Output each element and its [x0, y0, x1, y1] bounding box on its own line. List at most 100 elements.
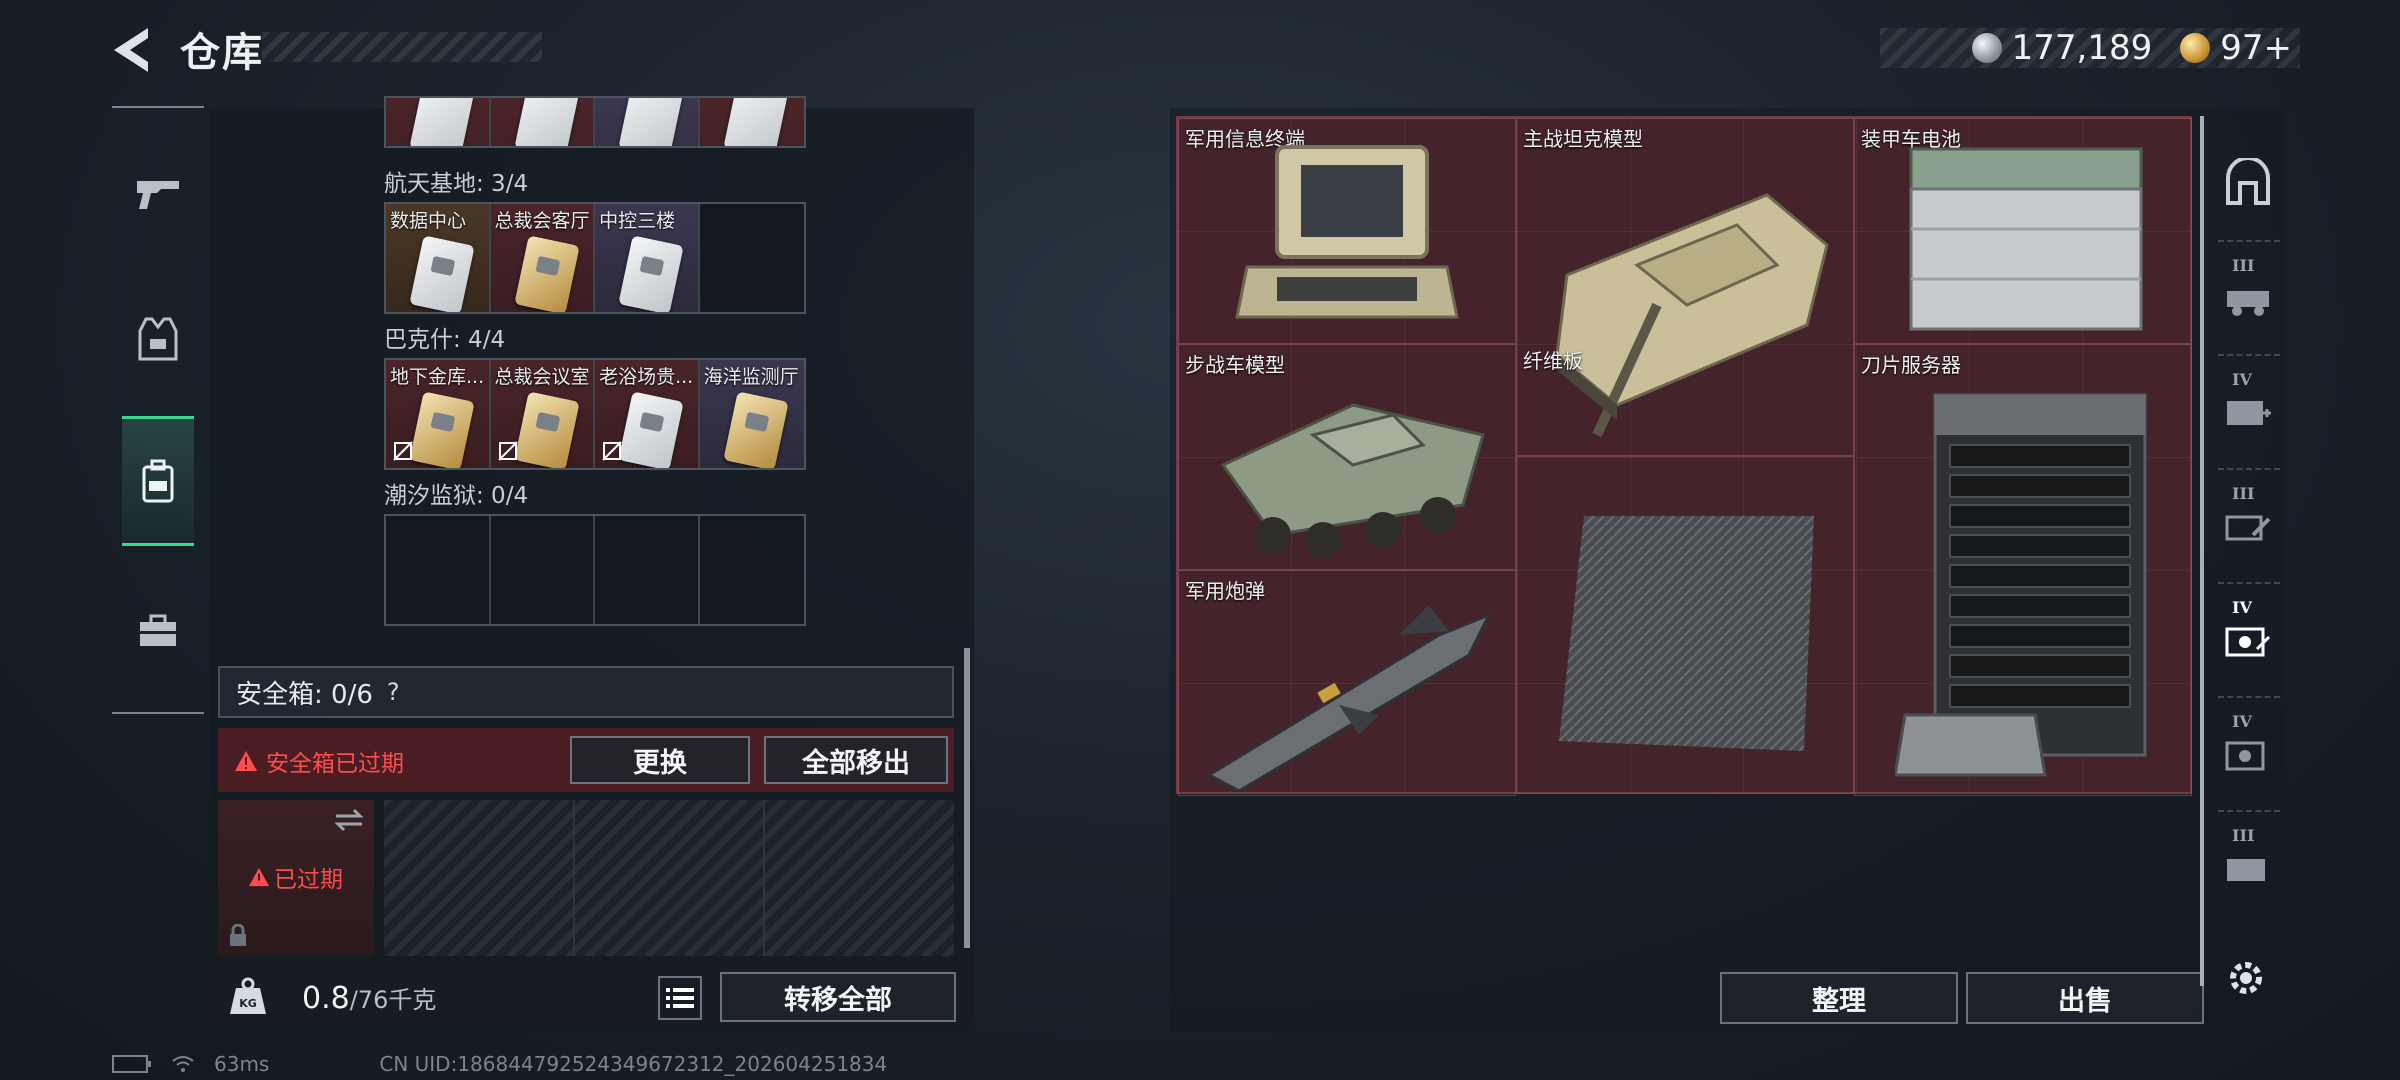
- collection-label-bakhsh: 巴克什: 4/4: [384, 327, 506, 353]
- status-bar: 63ms CN UID:18684479252434967231​2_20260…: [112, 1052, 887, 1076]
- right-category-tabs: III IV III IV IV III: [2200, 116, 2288, 986]
- ping-value: 63ms: [214, 1052, 270, 1076]
- electronics-icon: [2225, 741, 2265, 771]
- tools-icon: [2225, 515, 2271, 541]
- no-bind-icon: [602, 441, 622, 461]
- server-image: [1895, 393, 2147, 777]
- all-items-icon: [2226, 158, 2270, 205]
- scrollbar[interactable]: [964, 648, 970, 948]
- currency-bar: 177,189 97+: [1880, 28, 2300, 68]
- no-bind-icon: [393, 441, 413, 461]
- battery-icon: [112, 1055, 151, 1073]
- list-icon: [666, 988, 694, 1008]
- silver-coin-icon: [1971, 33, 2002, 63]
- list-view-button[interactable]: [658, 976, 702, 1020]
- replace-button[interactable]: 更换: [570, 736, 750, 784]
- backpack-icon: [142, 459, 174, 503]
- terminal-image: [1235, 145, 1459, 319]
- tab-electronics-iv-active[interactable]: IV: [2212, 584, 2284, 694]
- ifv-image: [1220, 403, 1485, 558]
- tab-electronics-iv-b[interactable]: IV: [2212, 698, 2284, 808]
- wifi-icon: [172, 1056, 194, 1072]
- fiberboard-image: [1554, 506, 1824, 756]
- collection-slot[interactable]: 数据中心: [386, 204, 491, 312]
- tab-toolbox[interactable]: [122, 566, 194, 696]
- collection-slot[interactable]: 地下金库...: [386, 360, 491, 468]
- collection-row: 地下金库... 总裁会议室 老浴场贵... 海洋监测厅: [384, 358, 806, 470]
- settings-button[interactable]: [2218, 950, 2274, 1006]
- battery-image: [1909, 147, 2143, 331]
- tab-backpack[interactable]: [122, 416, 194, 546]
- inventory-grid[interactable]: 军用信息终端 主战坦克模型 装甲车电池 步战车模型 纤维板 刀片服务器 军用炮弹: [1176, 116, 2192, 796]
- collection-slot-empty[interactable]: [491, 516, 596, 624]
- tab-tools-iii[interactable]: III: [2212, 470, 2284, 580]
- warning-icon: [249, 867, 269, 887]
- collection-slot-empty[interactable]: [700, 516, 804, 624]
- sell-button[interactable]: 出售: [1966, 972, 2204, 1024]
- medical-icon: [2227, 401, 2271, 425]
- item-mbt-model[interactable]: 主战坦克模型: [1516, 118, 1854, 456]
- item-military-terminal[interactable]: 军用信息终端: [1178, 118, 1516, 344]
- left-category-tabs: [112, 106, 204, 714]
- weight-value: 0.8/76千克: [302, 981, 437, 1016]
- remove-all-button[interactable]: 全部移出: [764, 736, 948, 784]
- collection-row: [384, 96, 806, 148]
- collection-slot[interactable]: 总裁会议室: [490, 360, 596, 468]
- tab-armor[interactable]: [122, 274, 194, 404]
- back-button[interactable]: [108, 22, 156, 78]
- collection-slot[interactable]: 中控三楼: [595, 204, 700, 312]
- transfer-all-button[interactable]: 转移全部: [720, 972, 956, 1022]
- safebox-header: 安全箱: 0/6 ?: [218, 666, 954, 718]
- tab-electronics-iii[interactable]: III: [2212, 812, 2284, 922]
- page-title: 仓库: [180, 30, 264, 76]
- collection-slot[interactable]: [595, 98, 700, 146]
- expired-notice: 安全箱已过期: [234, 744, 404, 778]
- collection-slot-empty[interactable]: [386, 516, 491, 624]
- gear-icon: [2230, 962, 2262, 994]
- user-uid: CN UID:18684479252434967231​2_2026042518…: [379, 1052, 888, 1076]
- collection-slot[interactable]: 老浴场贵...: [595, 360, 700, 468]
- tab-vehicle-iii[interactable]: III: [2212, 242, 2284, 352]
- toolbox-icon: [140, 614, 176, 646]
- collection-slot-empty[interactable]: [700, 204, 804, 312]
- tank-image: [1555, 193, 1829, 438]
- collection-slot[interactable]: [386, 98, 491, 146]
- safebox-expired-label: 已过期: [248, 860, 343, 894]
- no-bind-icon: [497, 441, 518, 461]
- item-ifv-model[interactable]: 步战车模型: [1178, 344, 1516, 570]
- tab-weapons[interactable]: [122, 128, 194, 258]
- missile-image: [1205, 605, 1493, 791]
- safebox-slot[interactable]: 已过期: [218, 800, 374, 956]
- swap-icon: [334, 808, 364, 832]
- collection-slot[interactable]: [699, 98, 804, 146]
- safebox-label: 安全箱: 0/6: [236, 679, 373, 710]
- silver-balance: 177,189: [2011, 28, 2153, 68]
- item-military-shell[interactable]: 军用炮弹: [1178, 570, 1516, 796]
- vehicle-icon: [2227, 291, 2269, 316]
- electronics-icon: [2227, 859, 2265, 881]
- item-armored-battery[interactable]: 装甲车电池: [1854, 118, 2192, 344]
- gun-icon: [137, 181, 179, 209]
- weight-bar: KG 0.8/76千克 转移全部: [210, 960, 974, 1034]
- warning-icon: [235, 751, 257, 771]
- armor-vest-icon: [138, 317, 178, 361]
- gold-balance[interactable]: 97+: [2220, 28, 2292, 68]
- kg-weight-icon: KG: [230, 977, 266, 1014]
- item-blade-server[interactable]: 刀片服务器: [1854, 344, 2192, 796]
- sort-button[interactable]: 整理: [1720, 972, 1958, 1024]
- safebox-grid[interactable]: [384, 800, 954, 956]
- collection-label-aerospace: 航天基地: 3/4: [384, 171, 529, 197]
- svg-text:KG: KG: [239, 997, 257, 1010]
- safebox-expired-bar: 安全箱已过期 更换 全部移出: [218, 728, 954, 792]
- collection-slot[interactable]: [490, 98, 596, 146]
- collection-slot[interactable]: 总裁会客厅: [490, 204, 596, 312]
- collection-slot[interactable]: 海洋监测厅: [699, 360, 804, 468]
- back-arrow-icon: [114, 28, 148, 72]
- title-decoration: [262, 32, 542, 62]
- electronics-icon: [2225, 627, 2271, 657]
- tab-medical-iv[interactable]: IV: [2212, 356, 2284, 466]
- help-icon[interactable]: ?: [387, 678, 400, 706]
- lock-icon: [230, 924, 246, 946]
- collection-slot-empty[interactable]: [595, 516, 700, 624]
- tab-all-items[interactable]: [2212, 128, 2284, 238]
